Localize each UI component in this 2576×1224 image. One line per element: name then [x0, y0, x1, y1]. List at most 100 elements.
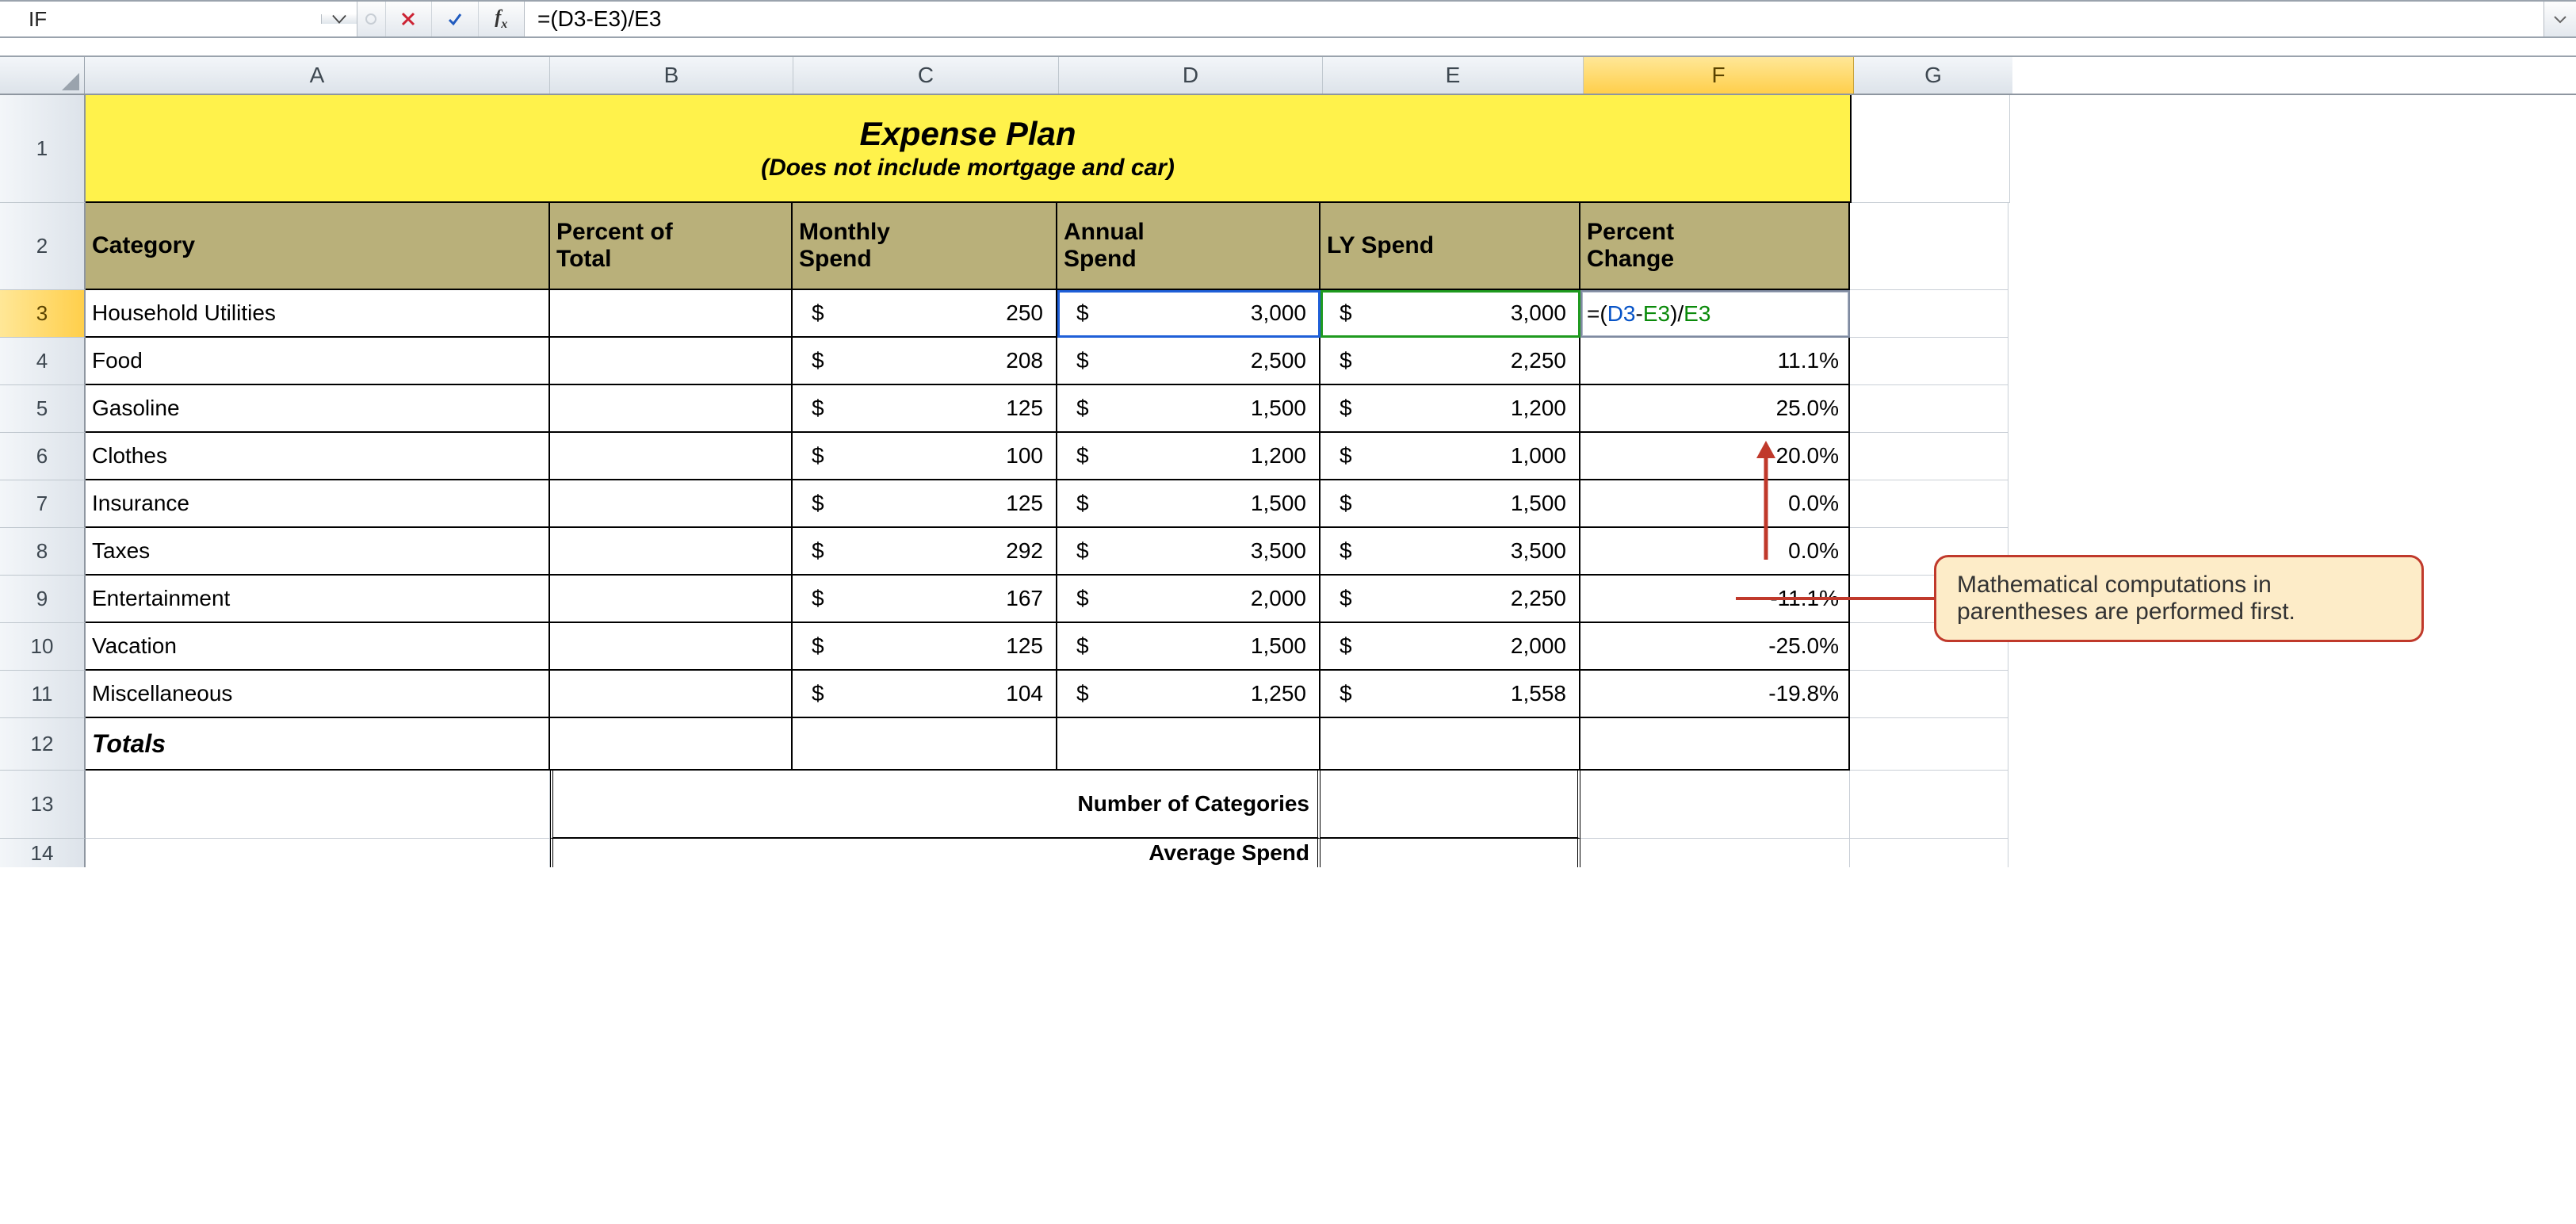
cell-G2[interactable]: [1850, 203, 2008, 290]
cell-A4[interactable]: Food: [86, 338, 550, 385]
cell-A10[interactable]: Vacation: [86, 623, 550, 671]
enter-formula-button[interactable]: [431, 2, 478, 36]
cell-C8[interactable]: $292: [793, 528, 1057, 576]
row-header-3[interactable]: 3: [0, 290, 86, 338]
cell-F11[interactable]: -19.8%: [1580, 671, 1850, 718]
cancel-formula-button[interactable]: [385, 2, 432, 36]
cell-F9[interactable]: -11.1%: [1580, 576, 1850, 623]
cell-E5[interactable]: $1,200: [1320, 385, 1580, 433]
cell-G5[interactable]: [1850, 385, 2008, 433]
header-annual-spend[interactable]: AnnualSpend: [1057, 203, 1320, 290]
expand-formula-bar[interactable]: [2544, 2, 2576, 36]
cell-C5[interactable]: $125: [793, 385, 1057, 433]
cell-A14[interactable]: [86, 839, 550, 867]
cell-G9[interactable]: [1850, 576, 2008, 623]
cell-E7[interactable]: $1,500: [1320, 480, 1580, 528]
cell-A9[interactable]: Entertainment: [86, 576, 550, 623]
select-all-corner[interactable]: [0, 57, 85, 94]
cell-E10[interactable]: $2,000: [1320, 623, 1580, 671]
cell-D7[interactable]: $1,500: [1057, 480, 1320, 528]
row-header-9[interactable]: 9: [0, 576, 86, 623]
cell-G3[interactable]: [1850, 290, 2008, 338]
cell-E6[interactable]: $1,000: [1320, 433, 1580, 480]
row-header-6[interactable]: 6: [0, 433, 86, 480]
row-header-4[interactable]: 4: [0, 338, 86, 385]
cell-A5[interactable]: Gasoline: [86, 385, 550, 433]
cell-E3[interactable]: $3,000: [1320, 290, 1580, 338]
cell-G7[interactable]: [1850, 480, 2008, 528]
cell-F3-editing[interactable]: =(D3-E3)/E3: [1580, 290, 1850, 338]
cell-E12[interactable]: [1320, 718, 1580, 771]
column-header-F[interactable]: F: [1584, 57, 1854, 94]
header-percent-change[interactable]: PercentChange: [1580, 203, 1850, 290]
name-box[interactable]: [0, 2, 357, 36]
cell-E11[interactable]: $1,558: [1320, 671, 1580, 718]
cell-C9[interactable]: $167: [793, 576, 1057, 623]
cell-B6[interactable]: [550, 433, 793, 480]
cell-BCD14-label[interactable]: Average Spend: [550, 839, 1320, 867]
column-header-A[interactable]: A: [85, 57, 550, 94]
cell-F13[interactable]: [1580, 771, 1850, 839]
cell-G6[interactable]: [1850, 433, 2008, 480]
cell-F7[interactable]: 0.0%: [1580, 480, 1850, 528]
cell-C4[interactable]: $208: [793, 338, 1057, 385]
column-header-E[interactable]: E: [1323, 57, 1584, 94]
column-header-C[interactable]: C: [793, 57, 1059, 94]
cell-D4[interactable]: $2,500: [1057, 338, 1320, 385]
row-header-12[interactable]: 12: [0, 718, 86, 771]
row-header-1[interactable]: 1: [0, 95, 86, 203]
row-header-2[interactable]: 2: [0, 203, 86, 290]
cell-F14[interactable]: [1580, 839, 1850, 867]
cell-C10[interactable]: $125: [793, 623, 1057, 671]
row-header-7[interactable]: 7: [0, 480, 86, 528]
cell-D9[interactable]: $2,000: [1057, 576, 1320, 623]
cell-G4[interactable]: [1850, 338, 2008, 385]
cell-B10[interactable]: [550, 623, 793, 671]
cell-A8[interactable]: Taxes: [86, 528, 550, 576]
cell-G12[interactable]: [1850, 718, 2008, 771]
row-header-8[interactable]: 8: [0, 528, 86, 576]
row-header-10[interactable]: 10: [0, 623, 86, 671]
cell-F8[interactable]: 0.0%: [1580, 528, 1850, 576]
row-header-13[interactable]: 13: [0, 771, 86, 839]
row-header-11[interactable]: 11: [0, 671, 86, 718]
cell-C3[interactable]: $250: [793, 290, 1057, 338]
name-box-dropdown[interactable]: [321, 14, 357, 24]
cell-B3[interactable]: [550, 290, 793, 338]
cell-D10[interactable]: $1,500: [1057, 623, 1320, 671]
header-category[interactable]: Category: [86, 203, 550, 290]
cell-B9[interactable]: [550, 576, 793, 623]
header-ly-spend[interactable]: LY Spend: [1320, 203, 1580, 290]
cell-B7[interactable]: [550, 480, 793, 528]
name-box-input[interactable]: [0, 6, 321, 33]
cell-G10[interactable]: [1850, 623, 2008, 671]
formula-input[interactable]: =(D3-E3)/E3: [525, 2, 2544, 36]
cell-B12[interactable]: [550, 718, 793, 771]
cell-C12[interactable]: [793, 718, 1057, 771]
cell-F10[interactable]: -25.0%: [1580, 623, 1850, 671]
cell-C11[interactable]: $104: [793, 671, 1057, 718]
cell-D3[interactable]: $3,000: [1057, 290, 1320, 338]
cell-F12[interactable]: [1580, 718, 1850, 771]
cell-C6[interactable]: $100: [793, 433, 1057, 480]
cell-C7[interactable]: $125: [793, 480, 1057, 528]
cell-D5[interactable]: $1,500: [1057, 385, 1320, 433]
title-banner[interactable]: Expense Plan (Does not include mortgage …: [86, 95, 1852, 203]
insert-function-button[interactable]: fx: [478, 2, 525, 36]
cell-E14[interactable]: [1320, 839, 1580, 867]
column-header-D[interactable]: D: [1059, 57, 1323, 94]
cell-D11[interactable]: $1,250: [1057, 671, 1320, 718]
cell-G8[interactable]: [1850, 528, 2008, 576]
cell-D6[interactable]: $1,200: [1057, 433, 1320, 480]
column-header-B[interactable]: B: [550, 57, 793, 94]
cell-B4[interactable]: [550, 338, 793, 385]
cell-D8[interactable]: $3,500: [1057, 528, 1320, 576]
header-monthly-spend[interactable]: MonthlySpend: [793, 203, 1057, 290]
cell-D12[interactable]: [1057, 718, 1320, 771]
cell-G11[interactable]: [1850, 671, 2008, 718]
cell-E8[interactable]: $3,500: [1320, 528, 1580, 576]
cell-E13[interactable]: [1320, 771, 1580, 839]
cell-F5[interactable]: 25.0%: [1580, 385, 1850, 433]
cell-E9[interactable]: $2,250: [1320, 576, 1580, 623]
cell-A12-totals[interactable]: Totals: [86, 718, 550, 771]
